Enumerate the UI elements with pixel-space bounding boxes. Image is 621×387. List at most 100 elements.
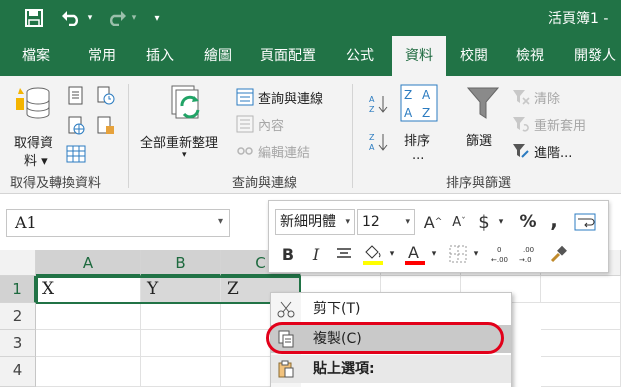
select-all-corner[interactable] [0,250,36,276]
filter-button[interactable]: 篩選 [460,84,506,168]
decrease-decimal-glyph: .00→.0 [519,246,534,264]
svg-text:←.00: ←.00 [491,256,508,264]
tab-file[interactable]: 檔案 [22,36,50,76]
sort-ascending-icon[interactable]: AZ [369,94,389,114]
currency-button[interactable]: $ [473,209,495,235]
cell-a1[interactable]: X [36,276,141,303]
decrease-decimal-icon[interactable]: .00 →.0 [517,241,543,267]
row-header-2[interactable]: 2 [0,303,36,330]
ribbon-tabs: 檔案 常用 插入 繪圖 頁面配置 公式 資料 校閱 檢視 開發人 [0,36,621,78]
paste-icon [278,360,294,378]
properties-icon [236,115,254,133]
font-size-dropdown[interactable]: 12 ▾ [357,209,415,235]
tab-review[interactable]: 校閱 [460,36,488,76]
queries-connections-button[interactable]: 查詢與連線 [236,86,323,108]
fill-color-dropdown-icon[interactable]: ▾ [387,241,397,267]
increase-font-icon[interactable]: A ^ [421,209,445,235]
decrease-font-icon[interactable]: Aˇ [447,209,471,235]
font-color-dropdown-icon[interactable]: ▾ [429,241,439,267]
from-web-icon[interactable] [66,116,86,136]
svg-text:Z: Z [369,133,375,142]
bold-button[interactable]: B [277,241,299,267]
reapply-button[interactable]: 重新套用 [512,113,586,135]
reapply-label: 重新套用 [534,118,587,134]
increase-decimal-icon[interactable]: 0 ←.00 [489,241,515,267]
sort-descending-icon[interactable]: ZA [369,132,389,152]
copy-label: 複製(C) [313,331,362,347]
group-separator [128,84,129,188]
borders-dropdown-icon[interactable]: ▾ [471,241,481,267]
tab-insert[interactable]: 插入 [146,36,174,76]
cell-a2[interactable] [36,303,141,330]
clear-filter-button[interactable]: 清除 [512,86,560,108]
svg-text:→.0: →.0 [519,256,532,264]
tab-data[interactable]: 資料 [392,36,446,78]
cell-b1[interactable]: Y [141,276,221,303]
tab-view[interactable]: 檢視 [516,36,544,76]
context-menu-copy[interactable]: 複製(C) [271,325,511,353]
italic-button[interactable]: I [305,241,327,267]
refresh-all-dropdown-icon: ▾ [182,150,187,160]
wrap-text-icon[interactable] [571,209,599,235]
redo-dropdown-icon[interactable]: ▾ [128,0,140,36]
mini-toolbar: 新細明體 ▾ 12 ▾ A ^ Aˇ $ ▾ % , B I ▾ A ▾ ▾ 0… [268,200,609,273]
tab-draw[interactable]: 繪圖 [204,36,232,76]
undo-icon[interactable] [58,0,84,36]
existing-connections-icon[interactable] [96,116,116,136]
from-text-icon[interactable] [66,86,86,106]
queries-connections-label: 查詢與連線 [258,91,324,107]
refresh-all-button[interactable]: 全部重新整理 ▾ [140,84,232,166]
reapply-icon [513,117,529,132]
edit-links-button[interactable]: 編輯連結 [236,140,310,162]
increase-decimal-glyph: 0 ←.00 [491,246,508,264]
font-name-dropdown[interactable]: 新細明體 ▾ [275,209,355,235]
tab-developer[interactable]: 開發人 [574,36,616,76]
tab-home[interactable]: 常用 [88,36,116,76]
cell-g3[interactable] [541,330,621,357]
comma-button[interactable]: , [545,207,563,233]
cell-g1[interactable] [541,276,621,303]
center-align-icon[interactable] [333,241,355,267]
row-header-3[interactable]: 3 [0,330,36,357]
context-menu-cut[interactable]: 剪下(T) [271,295,511,323]
tab-formulas[interactable]: 公式 [346,36,374,76]
recent-sources-icon[interactable] [96,86,116,106]
properties-button[interactable]: 內容 [236,113,284,135]
fill-color-button[interactable] [361,241,385,267]
cell-b4[interactable] [141,357,221,387]
cell-g2[interactable] [541,303,621,330]
undo-dropdown-icon[interactable]: ▾ [84,0,96,36]
cell-a4[interactable] [36,357,141,387]
context-menu: 剪下(T) 複製(C) 貼上選項: [270,292,512,387]
redo-icon[interactable] [104,0,130,36]
row-header-4[interactable]: 4 [0,357,36,387]
column-header-b[interactable]: B [141,250,221,276]
svg-text:A: A [408,243,419,262]
cell-a3[interactable] [36,330,141,357]
borders-button[interactable] [447,241,469,267]
from-table-icon[interactable] [66,144,86,164]
cell-g4[interactable] [541,357,621,387]
database-icon [16,87,50,119]
column-header-a[interactable]: A [36,250,141,276]
font-color-button[interactable]: A [403,241,427,267]
cell-b3[interactable] [141,330,221,357]
get-data-button[interactable]: 取得資 料 ▾ [10,84,60,169]
name-box[interactable]: A1 ▾ [6,209,230,237]
save-icon[interactable] [22,0,46,36]
tab-page-layout[interactable]: 頁面配置 [260,36,316,76]
svg-text:A: A [369,143,375,152]
format-painter-icon[interactable] [547,241,571,267]
context-menu-paste-options: 貼上選項: [271,355,511,383]
sort-button[interactable]: Z A A Z 排序 ... [398,84,440,168]
svg-text:A: A [404,106,413,120]
cell-b2[interactable] [141,303,221,330]
percent-button[interactable]: % [517,209,539,235]
name-box-dropdown-icon[interactable]: ▾ [218,216,223,227]
edit-links-icon [237,147,253,155]
advanced-filter-button[interactable]: 進階... [512,140,572,162]
sort-more-label: ... [412,148,425,163]
currency-dropdown-icon[interactable]: ▾ [495,209,507,235]
customize-qat-icon[interactable]: ▾ [150,0,164,36]
row-header-1[interactable]: 1 [0,276,36,303]
